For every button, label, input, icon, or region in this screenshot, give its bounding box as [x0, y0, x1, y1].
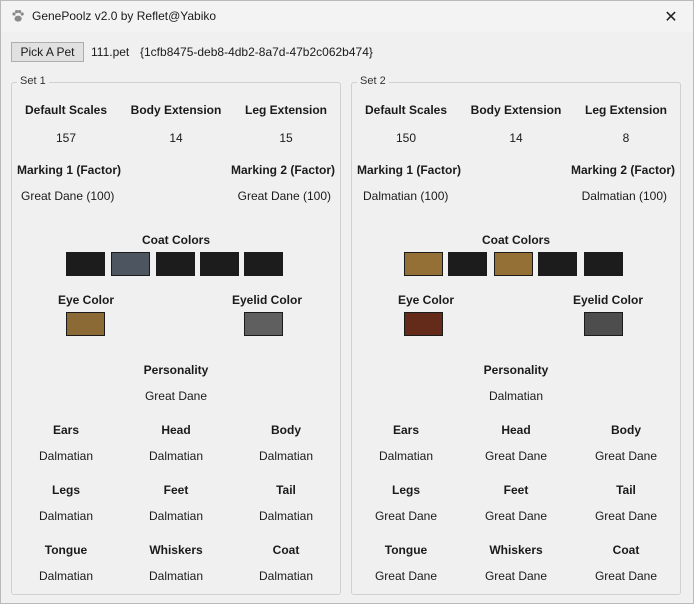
set2-legs-value: Great Dane	[374, 509, 438, 523]
set1-personality-value: Great Dane	[144, 389, 208, 403]
set2-eye-color-swatch[interactable]	[404, 312, 443, 336]
set1-group: Set 1 Default Scales 157 Body Extension …	[11, 75, 341, 595]
set2-default-scales-value: 150	[395, 131, 417, 145]
set1-tail-value: Dalmatian	[258, 509, 314, 523]
set1-coat-color-swatch-5[interactable]	[244, 252, 283, 276]
set2-coat-color-swatch-3[interactable]	[494, 252, 533, 276]
set2-coat-color-swatch-2[interactable]	[448, 252, 487, 276]
set1-legend: Set 1	[17, 75, 49, 87]
close-button[interactable]: ✕	[649, 1, 693, 32]
set1-tail-label: Tail	[276, 483, 296, 497]
set1-marking1-value: Great Dane (100)	[21, 189, 115, 203]
set2-coat-color-swatch-5[interactable]	[584, 252, 623, 276]
set1-legs-value: Dalmatian	[38, 509, 94, 523]
close-icon: ✕	[664, 8, 678, 26]
set2-body-extension-label: Body Extension	[470, 103, 562, 117]
set1-tongue-value: Dalmatian	[38, 569, 94, 583]
paw-icon	[11, 9, 25, 23]
set2-whiskers-value: Great Dane	[484, 569, 548, 583]
set2-leg-extension-value: 8	[622, 131, 630, 145]
pet-guid: {1cfb8475-deb8-4db2-8a7d-47b2c062b474}	[140, 45, 373, 59]
title-bar: GenePoolz v2.0 by Reflet@Yabiko ✕	[1, 1, 693, 32]
set2-personality-value: Dalmatian	[488, 389, 544, 403]
set1-tongue-label: Tongue	[44, 543, 88, 557]
set2-marking1-value: Dalmatian (100)	[363, 189, 449, 203]
set1-leg-extension-label: Leg Extension	[244, 103, 328, 117]
set2-coat-color-swatch-4[interactable]	[538, 252, 577, 276]
set2-eye-color-label: Eye Color	[397, 293, 455, 307]
set2-body-label: Body	[611, 423, 641, 437]
pet-file-name: 111.pet	[91, 45, 130, 59]
set2-whiskers-label: Whiskers	[489, 543, 543, 557]
set1-marking2-value: Great Dane (100)	[237, 189, 331, 203]
set2-eyelid-color-swatch[interactable]	[584, 312, 623, 336]
set1-coat-value: Dalmatian	[258, 569, 314, 583]
set1-eye-color-swatch[interactable]	[66, 312, 105, 336]
set1-default-scales-value: 157	[55, 131, 77, 145]
set2-eyelid-color-label: Eyelid Color	[572, 293, 644, 307]
set2-coat-colors-label: Coat Colors	[481, 233, 551, 247]
set1-body-value: Dalmatian	[258, 449, 314, 463]
set2-marking2-value: Dalmatian (100)	[581, 189, 667, 203]
set2-coat-value: Great Dane	[594, 569, 658, 583]
set2-leg-extension-label: Leg Extension	[584, 103, 668, 117]
set1-legs-label: Legs	[51, 483, 81, 497]
set2-marking1-label: Marking 1 (Factor)	[357, 163, 462, 177]
set1-coat-color-swatch-3[interactable]	[156, 252, 195, 276]
set2-coat-label: Coat	[612, 543, 640, 557]
set2-feet-value: Great Dane	[484, 509, 548, 523]
app-window: GenePoolz v2.0 by Reflet@Yabiko ✕ Pick A…	[0, 0, 694, 604]
pick-pet-button[interactable]: Pick A Pet	[11, 42, 84, 62]
set1-body-extension-label: Body Extension	[130, 103, 222, 117]
set1-whiskers-value: Dalmatian	[148, 569, 204, 583]
set2-tongue-label: Tongue	[384, 543, 428, 557]
set2-marking2-label: Marking 2 (Factor)	[570, 163, 675, 177]
set2-ears-value: Dalmatian	[378, 449, 434, 463]
set1-head-value: Dalmatian	[148, 449, 204, 463]
set2-tail-label: Tail	[616, 483, 636, 497]
set2-head-label: Head	[501, 423, 531, 437]
window-title: GenePoolz v2.0 by Reflet@Yabiko	[32, 9, 217, 23]
set1-eyelid-color-label: Eyelid Color	[231, 293, 303, 307]
set1-body-extension-value: 14	[169, 131, 183, 145]
set1-ears-label: Ears	[52, 423, 80, 437]
set1-body-label: Body	[271, 423, 301, 437]
set1-personality-label: Personality	[143, 363, 209, 377]
set1-default-scales-label: Default Scales	[24, 103, 108, 117]
set2-body-extension-value: 14	[509, 131, 523, 145]
set2-body-value: Great Dane	[594, 449, 658, 463]
set1-ears-value: Dalmatian	[38, 449, 94, 463]
set1-marking1-label: Marking 1 (Factor)	[17, 163, 122, 177]
set2-tongue-value: Great Dane	[374, 569, 438, 583]
set1-feet-label: Feet	[163, 483, 189, 497]
set2-coat-color-swatch-1[interactable]	[404, 252, 443, 276]
set1-leg-extension-value: 15	[279, 131, 293, 145]
set2-group: Set 2 Default Scales 150 Body Extension …	[351, 75, 681, 595]
set1-coat-color-swatch-4[interactable]	[200, 252, 239, 276]
set2-ears-label: Ears	[392, 423, 420, 437]
set1-head-label: Head	[161, 423, 191, 437]
set1-feet-value: Dalmatian	[148, 509, 204, 523]
set2-default-scales-label: Default Scales	[364, 103, 448, 117]
set1-coat-color-swatch-2[interactable]	[111, 252, 150, 276]
set2-tail-value: Great Dane	[594, 509, 658, 523]
set2-legs-label: Legs	[391, 483, 421, 497]
set2-legend: Set 2	[357, 75, 389, 87]
set1-coat-colors-label: Coat Colors	[141, 233, 211, 247]
set1-marking2-label: Marking 2 (Factor)	[230, 163, 335, 177]
set1-whiskers-label: Whiskers	[149, 543, 203, 557]
set2-personality-label: Personality	[483, 363, 549, 377]
set2-feet-label: Feet	[503, 483, 529, 497]
set2-head-value: Great Dane	[484, 449, 548, 463]
set1-eyelid-color-swatch[interactable]	[244, 312, 283, 336]
set1-coat-color-swatch-1[interactable]	[66, 252, 105, 276]
set1-eye-color-label: Eye Color	[57, 293, 115, 307]
set1-coat-label: Coat	[272, 543, 300, 557]
